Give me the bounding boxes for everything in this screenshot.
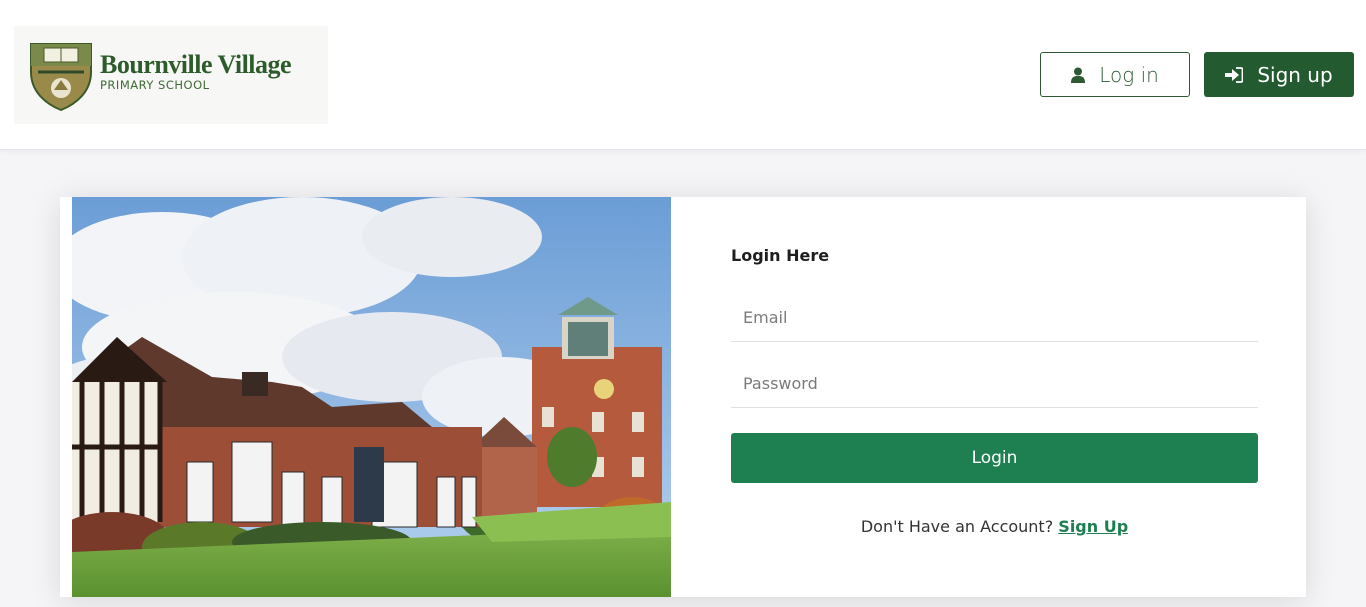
login-card: Login Here Login Don't Have an Account? …: [60, 197, 1306, 597]
header-login-button[interactable]: Log in: [1040, 52, 1190, 97]
user-icon: [1071, 67, 1086, 83]
school-subtitle: PRIMARY SCHOOL: [100, 78, 210, 92]
school-building-photo: [72, 197, 671, 597]
school-building-illustration: [72, 197, 671, 597]
school-crest-icon: [30, 43, 92, 112]
school-name: Bournville Village: [100, 50, 292, 79]
school-logo[interactable]: Bournville Village PRIMARY SCHOOL: [14, 26, 328, 124]
signup-link[interactable]: Sign Up: [1058, 517, 1128, 536]
header-signup-button[interactable]: Sign up: [1204, 52, 1354, 97]
no-account-text: Don't Have an Account?: [860, 517, 1054, 536]
signup-prompt: Don't Have an Account? Sign Up: [731, 517, 1258, 536]
header-login-label: Log in: [1099, 62, 1159, 87]
login-form: Login Here Login Don't Have an Account? …: [731, 197, 1258, 597]
site-header: Bournville Village PRIMARY SCHOOL Log in…: [0, 0, 1366, 150]
login-button[interactable]: Login: [731, 433, 1258, 483]
email-field[interactable]: [731, 294, 1258, 342]
password-field[interactable]: [731, 360, 1258, 408]
logo-text: Bournville Village PRIMARY SCHOOL: [100, 50, 292, 92]
login-form-title: Login Here: [731, 246, 830, 265]
sign-in-icon: [1225, 66, 1244, 83]
header-signup-label: Sign up: [1257, 62, 1333, 87]
